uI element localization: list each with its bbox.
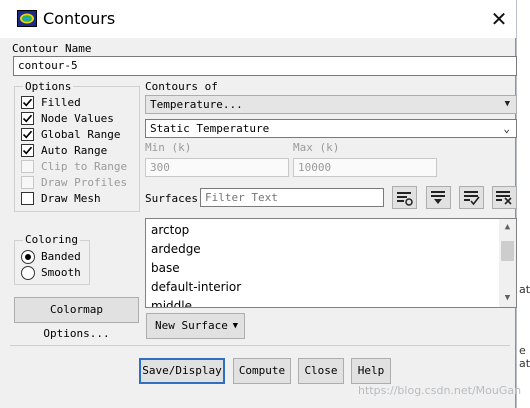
draw-profiles-checkbox — [21, 176, 34, 189]
compute-button[interactable]: Compute — [233, 358, 291, 384]
global-range-label: Global Range — [41, 128, 121, 141]
smooth-label: Smooth — [41, 266, 81, 279]
node-values-checkbox[interactable] — [21, 112, 34, 125]
background-application: at e at — [516, 0, 530, 408]
global-range-checkbox[interactable] — [21, 128, 34, 141]
contours-of-label: Contours of — [145, 80, 218, 93]
list-item[interactable]: default-interior — [151, 280, 241, 294]
dropdown-arrow-icon: ▼ — [232, 321, 238, 331]
node-values-label: Node Values — [41, 112, 114, 125]
select-surface-tool-icon — [397, 192, 413, 206]
contour-name-input[interactable]: contour-5 — [13, 56, 517, 76]
contours-app-icon — [17, 10, 37, 27]
draw-mesh-checkbox[interactable] — [21, 192, 34, 205]
deselect-all-button[interactable] — [492, 186, 517, 209]
draw-mesh-label: Draw Mesh — [41, 192, 101, 205]
scroll-up-icon[interactable]: ▲ — [499, 219, 516, 236]
banded-label: Banded — [41, 250, 81, 263]
list-item[interactable]: arctop — [151, 223, 189, 237]
select-all-button[interactable] — [459, 186, 484, 209]
save-display-button[interactable]: Save/Display — [139, 358, 225, 384]
deselect-all-icon — [496, 191, 512, 205]
list-item[interactable]: base — [151, 261, 180, 275]
max-label: Max (k) — [293, 141, 340, 154]
filled-checkbox[interactable] — [21, 96, 34, 109]
contours-variable-value: Static Temperature — [150, 122, 270, 135]
dropdown-arrow-icon: ▼ — [504, 99, 510, 109]
background-text: e — [519, 344, 526, 357]
contours-category-dropdown[interactable]: Temperature... ▼ — [145, 95, 517, 114]
watermark: https://blog.csdn.net/MouGan — [358, 384, 522, 397]
draw-profiles-label: Draw Profiles — [41, 176, 128, 189]
contours-variable-dropdown[interactable]: Static Temperature ⌄ — [145, 119, 517, 138]
new-surface-button[interactable]: New Surface ▼ — [146, 313, 245, 339]
surfaces-scrollbar[interactable]: ▲ ▼ — [499, 219, 516, 307]
surfaces-label: Surfaces — [145, 192, 198, 205]
contours-dialog: Contours ✕ Contour Name contour-5 Option… — [0, 0, 521, 408]
new-surface-label: New Surface — [155, 319, 228, 332]
close-button[interactable]: Close — [298, 358, 344, 384]
background-text: at — [519, 357, 530, 370]
min-input: 300 — [145, 158, 289, 177]
select-all-icon — [464, 191, 480, 206]
group-dropdown-button[interactable] — [426, 186, 451, 209]
banded-radio[interactable] — [21, 250, 35, 264]
filled-label: Filled — [41, 96, 81, 109]
colormap-options-button[interactable]: Colormap Options... — [14, 297, 139, 340]
contour-name-label: Contour Name — [12, 42, 92, 55]
clip-to-range-checkbox — [21, 160, 34, 173]
coloring-label: Coloring — [23, 233, 80, 246]
options-label: Options — [23, 80, 74, 93]
auto-range-checkbox[interactable] — [21, 144, 34, 157]
list-item[interactable]: middle — [151, 299, 192, 307]
divider — [10, 345, 510, 346]
scrollbar-thumb[interactable] — [501, 241, 514, 261]
chevron-down-icon: ⌄ — [503, 122, 510, 135]
auto-range-label: Auto Range — [41, 144, 108, 157]
max-input: 10000 — [293, 158, 437, 177]
min-label: Min (k) — [145, 141, 192, 154]
title-bar[interactable]: Contours ✕ — [0, 0, 516, 38]
clip-to-range-label: Clip to Range — [41, 160, 128, 173]
window-title: Contours — [43, 9, 116, 28]
surfaces-filter-input[interactable] — [200, 188, 384, 207]
surfaces-list[interactable]: arctop ardedge base default-interior mid… — [145, 218, 517, 308]
background-text: at — [519, 283, 530, 296]
list-item[interactable]: ardedge — [151, 242, 201, 256]
select-surface-tool-button[interactable] — [392, 186, 417, 209]
help-button[interactable]: Help — [351, 358, 391, 384]
group-dropdown-icon — [431, 191, 445, 204]
close-window-icon[interactable]: ✕ — [486, 6, 512, 32]
contours-category-value: Temperature... — [150, 98, 243, 111]
scroll-down-icon[interactable]: ▼ — [499, 290, 516, 307]
smooth-radio[interactable] — [21, 266, 35, 280]
